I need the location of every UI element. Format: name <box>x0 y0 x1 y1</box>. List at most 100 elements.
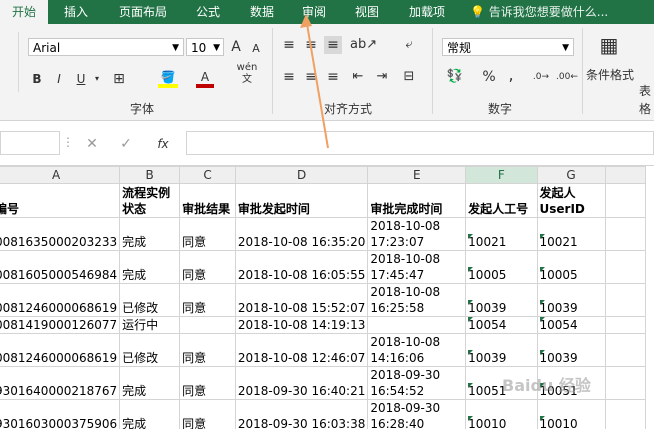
enter-icon[interactable]: ✓ <box>118 135 134 153</box>
cell[interactable]: 同意 <box>179 283 236 317</box>
cell[interactable]: 9301640000218767 <box>0 366 121 400</box>
cell[interactable]: 同意 <box>179 333 236 367</box>
fill-color-icon[interactable]: 🪣 <box>158 68 178 88</box>
decrease-font-button[interactable]: A <box>248 40 264 58</box>
header-cell[interactable]: 发起人UserID <box>536 183 606 218</box>
cell[interactable]: 2018-10-08 15:52:07 <box>234 283 369 317</box>
cell[interactable]: 完成 <box>119 399 181 429</box>
header-cell[interactable]: 流程实例状态 <box>119 183 181 218</box>
cell[interactable]: 2018-10-08 14:16:06 <box>367 333 467 367</box>
cell[interactable]: 10021 <box>465 217 538 251</box>
header-cell[interactable]: 审批发起时间 <box>234 183 369 218</box>
tab-review[interactable]: 审阅 <box>294 0 334 24</box>
tab-data[interactable]: 数据 <box>240 0 284 24</box>
cell[interactable]: 0081246000068619 <box>0 333 121 367</box>
increase-indent-icon[interactable]: ⇥ <box>374 68 390 86</box>
cell[interactable]: 已修改 <box>119 333 181 367</box>
column-header[interactable]: G <box>536 166 606 184</box>
column-header[interactable]: C <box>179 166 236 184</box>
cell[interactable]: 10021 <box>536 217 606 251</box>
column-header[interactable]: A <box>0 166 121 184</box>
cell[interactable]: 完成 <box>119 217 181 251</box>
phonetic-button[interactable]: wén 文 <box>236 62 258 86</box>
cell[interactable]: 同意 <box>179 250 236 284</box>
cell[interactable]: 0081419000126077 <box>0 316 121 334</box>
cell[interactable]: 0081246000068619 <box>0 283 121 317</box>
align-center-icon[interactable]: ≡ <box>304 68 318 86</box>
currency-icon[interactable]: 💱 <box>446 68 464 86</box>
decrease-decimal-icon[interactable]: .00← <box>556 68 578 86</box>
number-format-dropdown[interactable]: 常规 ▼ <box>442 38 574 56</box>
empty-cell[interactable] <box>604 217 647 251</box>
cell[interactable]: 2018-10-08 16:25:58 <box>367 283 467 317</box>
cell[interactable]: 10010 <box>465 399 538 429</box>
cell[interactable]: 完成 <box>119 366 181 400</box>
cell[interactable]: 2018-10-08 16:35:20 <box>234 217 369 251</box>
tab-page-layout[interactable]: 页面布局 <box>112 0 174 24</box>
cell[interactable]: 10005 <box>465 250 538 284</box>
cell[interactable]: 2018-09-30 16:28:40 <box>367 399 467 429</box>
cell[interactable]: 2018-10-08 16:05:55 <box>234 250 369 284</box>
cell[interactable]: 10054 <box>465 316 538 334</box>
underline-button[interactable]: U <box>74 70 88 88</box>
cancel-icon[interactable]: ✕ <box>84 135 100 153</box>
empty-cell[interactable] <box>604 399 647 429</box>
border-icon[interactable]: ⊞ <box>110 70 128 88</box>
cell[interactable] <box>179 316 236 334</box>
cell[interactable]: 已修改 <box>119 283 181 317</box>
cell[interactable]: 10010 <box>536 399 606 429</box>
cell[interactable]: 2018-09-30 16:40:21 <box>234 366 369 400</box>
cell[interactable]: 同意 <box>179 217 236 251</box>
cell[interactable]: 2018-09-30 16:03:38 <box>234 399 369 429</box>
cell[interactable]: 10005 <box>536 250 606 284</box>
cell[interactable]: 10039 <box>465 283 538 317</box>
cell[interactable]: 2018-10-08 14:19:13 <box>234 316 369 334</box>
empty-cell[interactable] <box>604 333 647 367</box>
empty-cell[interactable] <box>604 316 647 334</box>
font-size-dropdown[interactable]: 10 ▼ <box>186 38 224 56</box>
cell[interactable]: 10039 <box>536 283 606 317</box>
align-bottom-icon[interactable]: ≡ <box>324 36 342 54</box>
align-left-icon[interactable]: ≡ <box>282 68 296 86</box>
cell[interactable]: 10039 <box>465 333 538 367</box>
italic-button[interactable]: I <box>52 70 66 88</box>
insert-function-button[interactable]: fx <box>154 135 172 153</box>
cell[interactable]: 2018-10-08 12:46:07 <box>234 333 369 367</box>
conditional-format-label[interactable]: 条件格式 <box>584 66 636 84</box>
tab-view[interactable]: 视图 <box>346 0 388 24</box>
cell[interactable]: 2018-10-08 17:45:47 <box>367 250 467 284</box>
cell[interactable]: 2018-09-30 16:54:52 <box>367 366 467 400</box>
header-cell[interactable]: 审批完成时间 <box>367 183 467 218</box>
font-name-dropdown[interactable]: Arial ▼ <box>28 38 184 56</box>
cell[interactable]: 运行中 <box>119 316 181 334</box>
column-header[interactable]: E <box>367 166 467 184</box>
empty-cell[interactable] <box>604 283 647 317</box>
align-middle-icon[interactable]: ≡ <box>304 36 318 54</box>
format-table-label[interactable]: 表格 <box>636 82 654 118</box>
cell[interactable] <box>367 316 467 334</box>
empty-cell[interactable] <box>604 183 647 218</box>
wrap-text-icon[interactable]: ⤶ <box>400 36 418 54</box>
cell[interactable]: 10039 <box>536 333 606 367</box>
decrease-indent-icon[interactable]: ⇤ <box>350 68 366 86</box>
column-header[interactable]: F <box>465 166 538 184</box>
increase-font-button[interactable]: A <box>228 38 244 56</box>
tell-me-box[interactable]: 💡 告诉我您想要做什么... <box>470 0 608 24</box>
cell[interactable]: 0081635000203233 <box>0 217 121 251</box>
tab-addins[interactable]: 加载项 <box>400 0 454 24</box>
orientation-icon[interactable]: ab↗ <box>350 36 377 54</box>
empty-cell[interactable] <box>604 366 647 400</box>
conditional-format-icon[interactable]: ▦ <box>594 32 624 58</box>
tab-home[interactable]: 开始 <box>0 0 48 24</box>
column-header[interactable]: B <box>119 166 181 184</box>
align-top-icon[interactable]: ≡ <box>282 36 296 54</box>
font-color-icon[interactable]: A <box>196 68 214 88</box>
name-box[interactable] <box>0 131 60 155</box>
chevron-down-icon[interactable]: ▾ <box>92 70 102 88</box>
header-cell[interactable]: 发起人工号 <box>465 183 538 218</box>
cell[interactable]: 完成 <box>119 250 181 284</box>
cell[interactable]: 9301603000375906 <box>0 399 121 429</box>
tab-formulas[interactable]: 公式 <box>186 0 230 24</box>
tab-insert[interactable]: 插入 <box>56 0 96 24</box>
column-header[interactable] <box>604 166 647 184</box>
